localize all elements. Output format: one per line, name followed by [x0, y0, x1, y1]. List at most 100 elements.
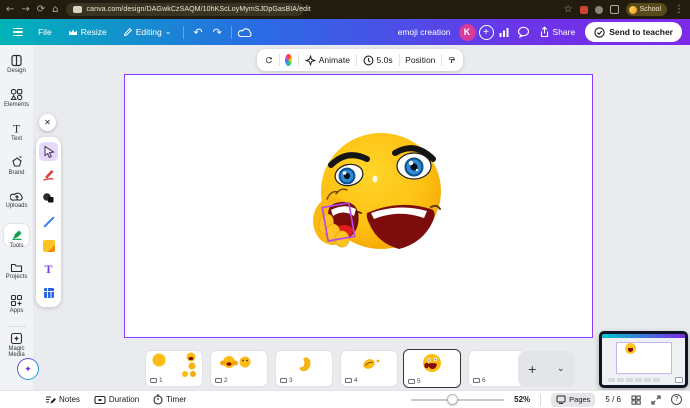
browser-menu-icon[interactable]: ⋮	[674, 0, 684, 19]
back-icon[interactable]: ←	[6, 0, 14, 19]
color-picker-icon[interactable]	[285, 54, 292, 66]
select-tool[interactable]	[39, 142, 58, 161]
page-thumbnail-3[interactable]: 3	[275, 350, 333, 387]
page-number: 3	[289, 377, 293, 384]
position-button[interactable]: Position	[405, 55, 435, 65]
sidebar-item-apps[interactable]: Apps	[0, 294, 33, 314]
collaborator-avatar[interactable]: K	[459, 24, 476, 41]
extensions-puzzle-icon[interactable]	[610, 5, 619, 14]
resize-button[interactable]: Resize	[62, 23, 113, 41]
svg-text:T: T	[13, 122, 21, 135]
draw-tool[interactable]	[39, 165, 58, 184]
duration-icon	[94, 395, 106, 405]
page-badge-icon	[280, 378, 287, 383]
home-icon[interactable]: ⌂	[52, 0, 58, 19]
canva-assistant-button[interactable]: ✦	[17, 358, 39, 380]
share-button[interactable]: Share	[534, 23, 581, 41]
page-badge-icon	[345, 378, 352, 383]
close-drawbar-button[interactable]: ✕	[39, 114, 56, 131]
animate-button[interactable]: Animate	[305, 55, 350, 66]
account-extension-icon[interactable]	[595, 6, 603, 14]
close-icon: ✕	[44, 118, 51, 127]
page-number: 4	[354, 377, 358, 384]
timer-button[interactable]: Timer	[153, 394, 186, 405]
browser-profile-chip[interactable]: School	[626, 3, 667, 16]
shuffle-style-icon[interactable]	[265, 54, 273, 66]
screen-preview-window[interactable]	[599, 331, 688, 388]
sidebar-label: Text	[0, 136, 33, 142]
sidebar-item-tools[interactable]: Tools	[0, 228, 33, 249]
url-text: canva.com/design/DAGwkCzSAQM/10hKScLoyMy…	[87, 6, 311, 13]
share-label: Share	[553, 27, 576, 37]
address-bar[interactable]: canva.com/design/DAGwkCzSAQM/10hKScLoyMy…	[66, 3, 304, 16]
cursor-icon	[43, 145, 55, 158]
duration-button[interactable]: Duration	[94, 395, 139, 405]
sidebar-item-uploads[interactable]: Uploads	[0, 190, 33, 209]
line-tool[interactable]	[39, 213, 58, 232]
crown-icon	[68, 28, 78, 36]
grid-view-icon[interactable]	[631, 395, 641, 405]
sidebar-item-elements[interactable]: Elements	[0, 88, 33, 108]
comments-button[interactable]	[514, 23, 534, 41]
add-page-button[interactable]: +	[518, 351, 547, 387]
resize-label: Resize	[81, 27, 107, 37]
insights-button[interactable]	[494, 23, 514, 41]
fullscreen-icon[interactable]	[651, 395, 661, 405]
pencil-icon	[123, 27, 133, 37]
table-tool[interactable]	[39, 283, 58, 302]
copy-style-roller-icon[interactable]	[448, 54, 455, 66]
app-sidebar: Design Elements T Text Brand Uploads Too…	[0, 45, 33, 390]
cloud-save-icon[interactable]	[238, 27, 253, 38]
position-label: Position	[405, 55, 435, 65]
reload-icon[interactable]: ⟳	[37, 0, 45, 19]
pages-toggle-button[interactable]: Pages	[551, 393, 595, 407]
page-thumbnail-4[interactable]: 4	[340, 350, 398, 387]
redo-button[interactable]: ↷	[210, 23, 225, 41]
add-collaborator-button[interactable]: +	[479, 25, 494, 40]
document-title[interactable]: emoji creation	[398, 27, 451, 37]
page-thumbnail-2[interactable]: 2	[210, 350, 268, 387]
zoom-slider[interactable]	[411, 399, 504, 401]
shapes-tool[interactable]	[39, 189, 58, 208]
zoom-slider-handle[interactable]	[447, 394, 458, 405]
sidebar-item-projects[interactable]: Projects	[0, 262, 33, 280]
sidebar-item-magic-media[interactable]: Magic Media	[0, 332, 33, 358]
page-options-chevron[interactable]: ⌄	[547, 351, 576, 387]
file-menu[interactable]: File	[32, 23, 58, 41]
sticky-note-tool[interactable]	[39, 236, 58, 255]
forward-icon[interactable]: →	[21, 0, 29, 19]
sidebar-divider	[7, 326, 26, 327]
sidebar-label: Tools	[0, 243, 33, 249]
emoji-graphic[interactable]	[303, 121, 451, 269]
divider	[540, 394, 541, 406]
shapes-icon	[42, 192, 55, 204]
page-badge-icon	[150, 378, 157, 383]
folder-icon	[10, 262, 23, 273]
help-button[interactable]: ?	[671, 394, 682, 405]
sidebar-label: Apps	[0, 308, 33, 314]
text-tool[interactable]: T	[39, 260, 58, 279]
chevron-down-icon: ⌄	[165, 28, 172, 36]
send-to-teacher-button[interactable]: Send to teacher	[585, 22, 682, 42]
sidebar-item-text[interactable]: T Text	[0, 122, 33, 142]
page-thumbnail-art	[146, 351, 202, 379]
page-thumbnail-1[interactable]: 1	[145, 350, 203, 387]
sidebar-item-brand[interactable]: Brand	[0, 155, 33, 176]
extension-icon[interactable]	[580, 6, 588, 14]
page-thumbnail-5-selected[interactable]: 5	[403, 349, 461, 388]
undo-button[interactable]: ↶	[190, 23, 205, 41]
draw-toolbar: T	[36, 137, 61, 307]
main-menu-icon[interactable]	[8, 28, 28, 36]
file-label: File	[38, 27, 52, 37]
sidebar-label: Uploads	[0, 203, 33, 209]
emoji-face	[313, 133, 441, 249]
editing-mode-dropdown[interactable]: Editing ⌄	[117, 23, 178, 41]
bar-chart-icon	[498, 26, 510, 38]
divider	[279, 54, 280, 66]
bookmark-star-icon[interactable]: ☆	[564, 0, 573, 19]
page-badge-icon	[408, 379, 415, 384]
profile-name: School	[640, 6, 661, 13]
duration-button[interactable]: 5.0s	[363, 55, 393, 66]
notes-button[interactable]: Notes	[45, 395, 80, 405]
sidebar-item-design[interactable]: Design	[0, 54, 33, 74]
